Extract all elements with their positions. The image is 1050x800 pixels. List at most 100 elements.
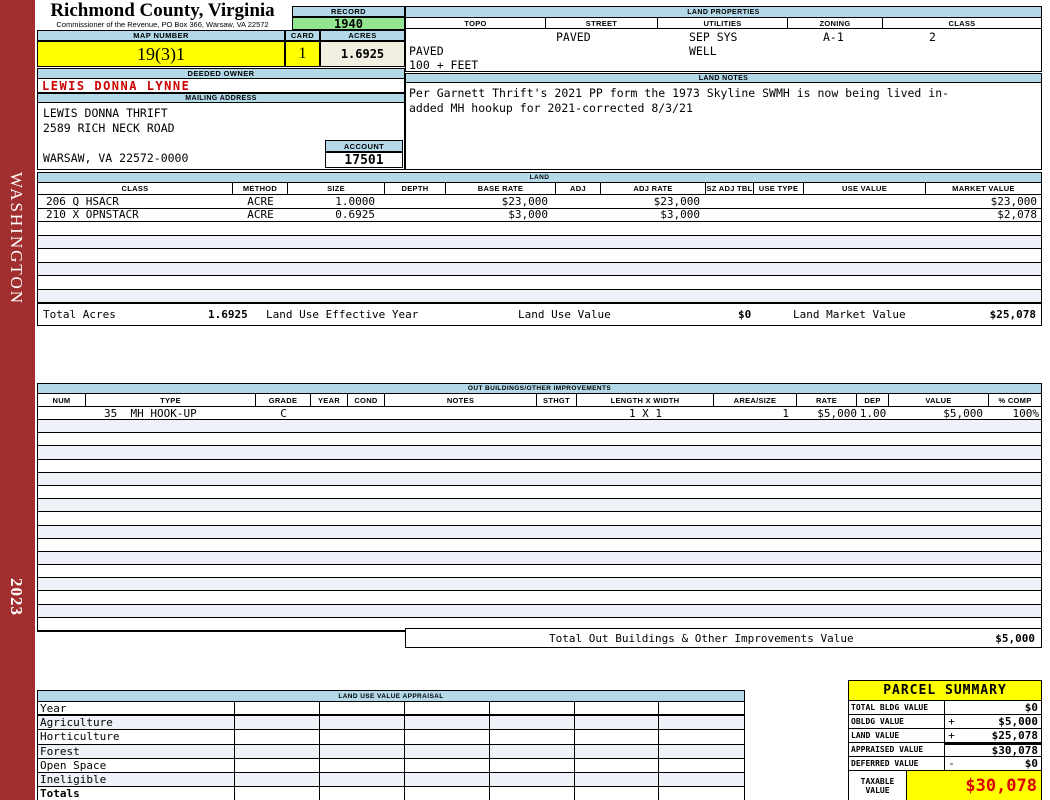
cell-dep: 1.00: [859, 406, 887, 420]
empty-row: [38, 472, 1041, 486]
empty-row: [38, 512, 1041, 526]
col-sz-adj-tbl: SZ ADJ TBL: [706, 183, 754, 194]
appraisal-row-label: Forest: [38, 744, 236, 758]
appraisal-row-open-space: Open Space: [38, 758, 744, 774]
appraisal-cell: [405, 702, 490, 714]
appraisal-row-agriculture: Agriculture: [38, 716, 744, 731]
appraisal-cell: [320, 730, 405, 744]
col-adj-rate: ADJ RATE: [601, 183, 706, 194]
land-properties-values: PAVED SEP SYS A-1 2 PAVED WELL 100 + FEE…: [405, 29, 1042, 72]
ps-label: TOTAL BLDG VALUE: [849, 701, 945, 714]
out-buildings-empty-rows: [38, 420, 1041, 631]
appraisal-cell: [235, 702, 321, 714]
appraisal-row-label: Horticulture: [38, 730, 236, 744]
appraisal-cell: [320, 716, 405, 730]
total-acres-label: Total Acres: [43, 308, 116, 321]
mailing-line-2: 2589 RICH NECK ROAD: [43, 121, 175, 135]
empty-row: [38, 525, 1041, 539]
parcel-summary-title: PARCEL SUMMARY: [849, 681, 1041, 701]
appraisal-cell: [659, 773, 744, 786]
taxable-value: $30,078: [965, 775, 1037, 796]
appraisal-cell: [490, 773, 575, 787]
appraisal-cell: [659, 730, 744, 743]
appraisal-cell: [659, 759, 744, 772]
appraisal-cell: [490, 744, 575, 758]
appraisal-cell: [490, 716, 575, 730]
appraisal-row-label: Year: [38, 702, 236, 715]
ps-label: LAND VALUE: [849, 729, 945, 742]
col-type: TYPE: [86, 394, 256, 406]
map-number-value: 19(3)1: [37, 41, 285, 67]
land-notes-header: LAND NOTES: [405, 73, 1042, 83]
land-notes-line-1: Per Garnett Thrift's 2021 PP form the 19…: [409, 86, 950, 100]
land-use-value-label: Land Use Value: [518, 308, 611, 321]
ps-op: +: [948, 729, 955, 742]
ps-row-total-bldg: TOTAL BLDG VALUE $0: [849, 701, 1041, 715]
cell-class: 210 X OPNSTACR: [46, 208, 139, 222]
ps-label: DEFERRED VALUE: [849, 757, 945, 770]
col-adj: ADJ: [556, 183, 601, 194]
cell-area-size: 1: [782, 406, 789, 420]
cell-method: ACRE: [247, 194, 274, 208]
appraisal-cell: [405, 773, 490, 787]
appraisal-cell: [490, 758, 575, 773]
card-header: CARD: [285, 30, 320, 41]
cell-type: 35 MH HOOK-UP: [104, 406, 197, 420]
empty-row: [38, 222, 1041, 236]
col-base-rate: BASE RATE: [446, 183, 556, 194]
col-rate: RATE: [797, 394, 857, 406]
cell-length-width: 1 X 1: [628, 406, 663, 420]
taxable-label-line1: TAXABLE: [860, 776, 895, 786]
cell-base-rate: $23,000: [501, 194, 548, 208]
land-title: LAND: [38, 173, 1041, 183]
empty-row: [38, 591, 1041, 605]
appraisal-cell: [405, 787, 490, 800]
cell-pct-comp: 100%: [1012, 406, 1040, 420]
appraisal-cell: [405, 730, 490, 744]
empty-row: [38, 604, 1041, 618]
col-class: CLASS: [948, 18, 976, 28]
land-notes-line-2: added MH hookup for 2021-corrected 8/3/2…: [409, 101, 693, 115]
deeded-owner-header: DEEDED OWNER: [37, 68, 405, 79]
deeded-owner-value: LEWIS DONNA LYNNE: [37, 79, 405, 93]
appraisal-cell: [575, 716, 660, 730]
land-properties-section: LAND PROPERTIES TOPO STREET UTILITIES ZO…: [405, 6, 1042, 72]
cell-value: $5,000: [943, 406, 983, 420]
appraisal-row-label: Agriculture: [38, 716, 236, 730]
appraisal-cell: [320, 787, 405, 800]
col-depth: DEPTH: [385, 183, 446, 194]
utilities-value-1: SEP SYS: [689, 30, 738, 44]
col-cond: COND: [348, 394, 385, 406]
col-notes: NOTES: [385, 394, 537, 406]
county-title: Richmond County, Virginia: [50, 0, 275, 21]
empty-row: [38, 249, 1041, 263]
ps-value: $0: [1024, 701, 1038, 714]
cell-adj-rate: $23,000: [653, 194, 700, 208]
property-record-card: WASHINGTON 2023 Richmond County, Virgini…: [0, 0, 1050, 800]
empty-row: [38, 235, 1041, 249]
appraisal-cell: [320, 758, 405, 773]
empty-row: [38, 289, 1041, 303]
zoning-value: A-1: [823, 30, 844, 44]
empty-row: [38, 420, 1041, 434]
appraisal-cell: [490, 787, 575, 800]
col-size: SIZE: [288, 183, 385, 194]
land-totals-row: Total Acres 1.6925 Land Use Effective Ye…: [38, 303, 1041, 325]
appraisal-cell: [659, 702, 744, 714]
ps-op: -: [948, 757, 955, 770]
ps-value: $25,078: [991, 729, 1038, 742]
col-use-type: USE TYPE: [754, 183, 804, 194]
street-value: PAVED: [556, 30, 591, 44]
land-use-appraisal-title: LAND USE VALUE APPRAISAL: [38, 691, 744, 702]
cell-rate: $5,000: [817, 406, 857, 420]
land-empty-rows: [38, 222, 1041, 303]
appraisal-row-label: Totals: [38, 787, 236, 800]
col-pct-comp: % COMP: [998, 395, 1032, 405]
cell-adj-rate: $3,000: [660, 208, 700, 222]
card-value: 1: [285, 41, 320, 67]
empty-row: [38, 262, 1041, 276]
ps-value: $0: [1024, 757, 1038, 770]
cell-size: 1.0000: [335, 194, 375, 208]
appraisal-cell: [659, 787, 744, 800]
record-value: 1940: [292, 17, 405, 31]
